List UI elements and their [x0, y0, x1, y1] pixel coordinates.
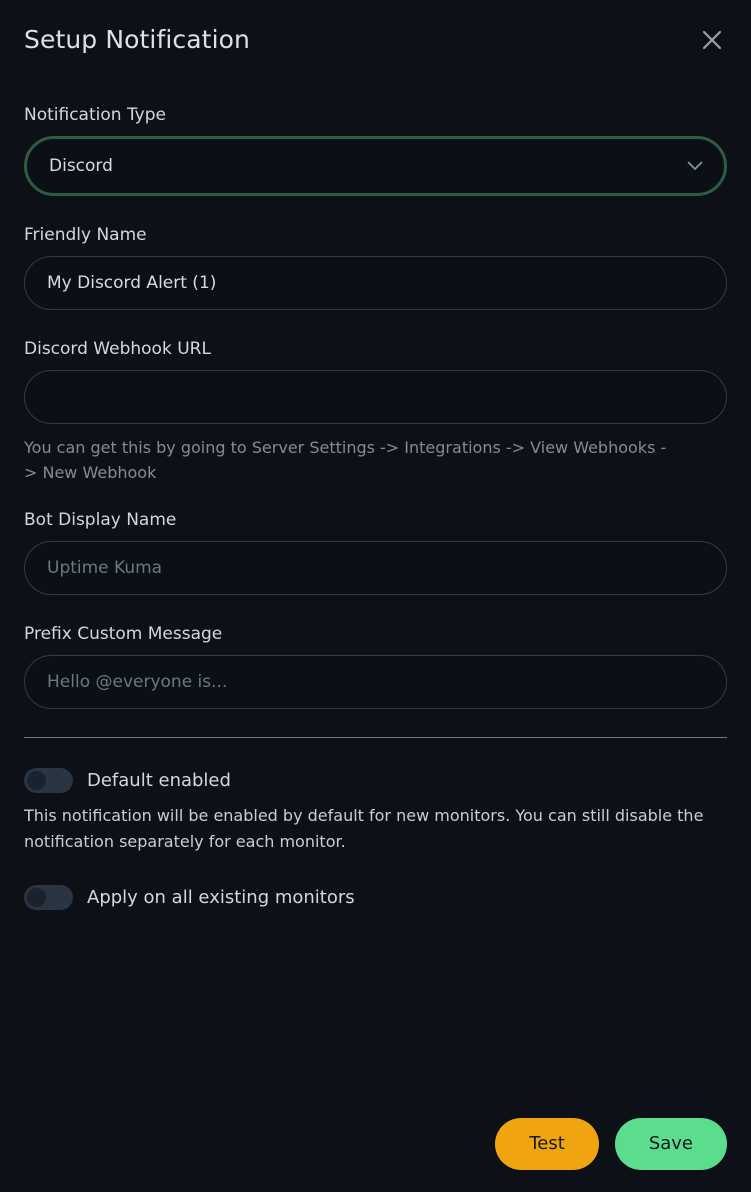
close-icon — [699, 27, 725, 53]
dialog-footer: Test Save — [495, 1118, 727, 1170]
bot-display-name-placeholder: Uptime Kuma — [47, 558, 163, 578]
apply-all-label: Apply on all existing monitors — [87, 886, 355, 908]
field-bot-display-name: Bot Display Name Uptime Kuma — [24, 509, 727, 595]
friendly-name-label: Friendly Name — [24, 225, 147, 245]
bot-display-name-input[interactable]: Uptime Kuma — [24, 541, 727, 595]
apply-all-toggle[interactable] — [24, 885, 73, 910]
prefix-custom-message-placeholder: Hello @everyone is... — [47, 672, 228, 692]
save-button[interactable]: Save — [614, 1118, 727, 1170]
setup-notification-dialog: Setup Notification Notification Type Dis… — [0, 0, 751, 1192]
default-enabled-toggle[interactable] — [24, 768, 73, 793]
notification-type-select[interactable]: Discord — [24, 136, 727, 196]
default-enabled-description: This notification will be enabled by def… — [24, 806, 704, 851]
webhook-url-label: Discord Webhook URL — [24, 339, 211, 359]
close-button[interactable] — [695, 23, 729, 57]
notification-type-label: Notification Type — [24, 105, 166, 125]
field-webhook-url: Discord Webhook URL You can get this by … — [24, 338, 727, 485]
chevron-down-icon — [686, 157, 704, 175]
prefix-custom-message-label: Prefix Custom Message — [24, 624, 223, 644]
field-notification-type: Notification Type Discord — [24, 104, 727, 196]
default-enabled-label: Default enabled — [87, 769, 231, 791]
webhook-url-input[interactable] — [24, 370, 727, 424]
webhook-url-hint: You can get this by going to Server Sett… — [24, 438, 667, 482]
dialog-header: Setup Notification — [24, 0, 727, 78]
toggle-row-apply-all: Apply on all existing monitors — [24, 885, 727, 910]
bot-display-name-label: Bot Display Name — [24, 510, 177, 530]
notification-form: Notification Type Discord Friendly Name … — [24, 78, 727, 910]
friendly-name-input[interactable]: My Discord Alert (1) — [24, 256, 727, 310]
field-prefix-custom-message: Prefix Custom Message Hello @everyone is… — [24, 623, 727, 709]
section-divider — [24, 737, 727, 738]
page-title: Setup Notification — [24, 25, 250, 54]
friendly-name-value: My Discord Alert (1) — [47, 273, 217, 293]
field-friendly-name: Friendly Name My Discord Alert (1) — [24, 224, 727, 310]
notification-type-value: Discord — [49, 156, 113, 176]
prefix-custom-message-input[interactable]: Hello @everyone is... — [24, 655, 727, 709]
toggle-row-default-enabled: Default enabled — [24, 768, 727, 793]
test-button[interactable]: Test — [495, 1118, 599, 1170]
